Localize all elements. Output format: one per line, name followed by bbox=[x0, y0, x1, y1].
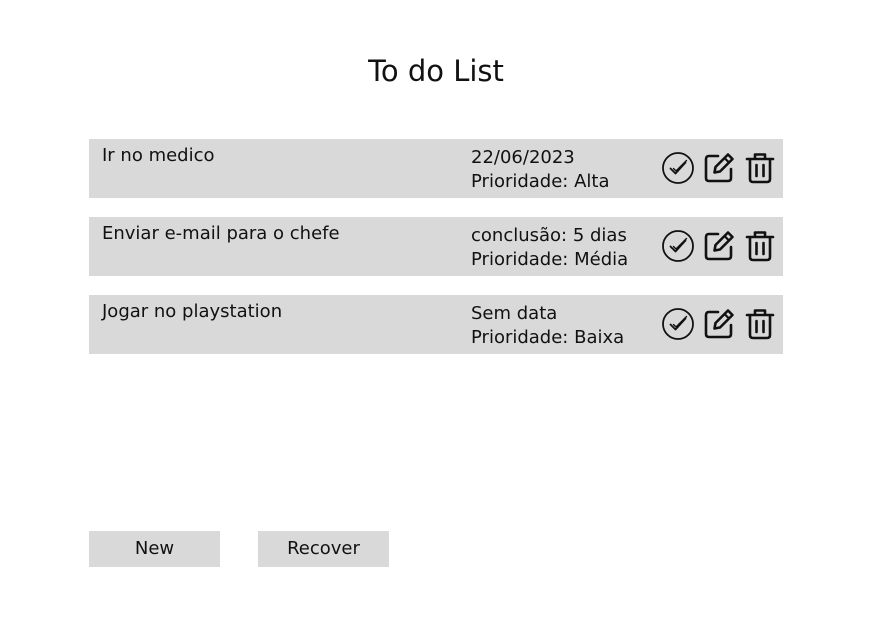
task-name: Jogar no playstation bbox=[102, 301, 283, 322]
page-title: To do List bbox=[368, 54, 504, 88]
check-circle-icon bbox=[662, 152, 694, 184]
task-meta: conclusão: 5 dias Prioridade: Média bbox=[471, 224, 628, 272]
task-actions bbox=[661, 229, 777, 263]
task-name: Ir no medico bbox=[102, 145, 215, 166]
task-date: Sem data bbox=[471, 303, 558, 324]
task-name: Enviar e-mail para o chefe bbox=[102, 223, 340, 244]
check-circle-icon bbox=[662, 308, 694, 340]
edit-icon bbox=[704, 231, 734, 261]
delete-task-button[interactable] bbox=[743, 151, 777, 185]
task-row: Enviar e-mail para o chefe conclusão: 5 … bbox=[89, 217, 783, 276]
task-date: conclusão: 5 dias bbox=[471, 225, 627, 246]
complete-task-button[interactable] bbox=[661, 151, 695, 185]
task-actions bbox=[661, 151, 777, 185]
delete-task-button[interactable] bbox=[743, 307, 777, 341]
edit-task-button[interactable] bbox=[702, 151, 736, 185]
task-date: 22/06/2023 bbox=[471, 147, 575, 168]
task-meta: 22/06/2023 Prioridade: Alta bbox=[471, 146, 610, 194]
task-priority: Prioridade: Média bbox=[471, 249, 629, 270]
task-meta: Sem data Prioridade: Baixa bbox=[471, 302, 624, 350]
task-row: Jogar no playstation Sem data Prioridade… bbox=[89, 295, 783, 354]
task-priority: Prioridade: Alta bbox=[471, 171, 610, 192]
edit-task-button[interactable] bbox=[702, 307, 736, 341]
recover-button[interactable]: Recover bbox=[258, 531, 389, 567]
trash-icon bbox=[745, 231, 775, 262]
check-circle-icon bbox=[662, 230, 694, 262]
trash-icon bbox=[745, 153, 775, 184]
task-actions bbox=[661, 307, 777, 341]
complete-task-button[interactable] bbox=[661, 229, 695, 263]
complete-task-button[interactable] bbox=[661, 307, 695, 341]
delete-task-button[interactable] bbox=[743, 229, 777, 263]
edit-icon bbox=[704, 153, 734, 183]
edit-task-button[interactable] bbox=[702, 229, 736, 263]
task-priority: Prioridade: Baixa bbox=[471, 327, 625, 348]
task-row: Ir no medico 22/06/2023 Prioridade: Alta bbox=[89, 139, 783, 198]
trash-icon bbox=[745, 309, 775, 340]
todo-page: To do List Ir no medico 22/06/2023 Prior… bbox=[0, 0, 872, 620]
edit-icon bbox=[704, 309, 734, 339]
new-button[interactable]: New bbox=[89, 531, 220, 567]
